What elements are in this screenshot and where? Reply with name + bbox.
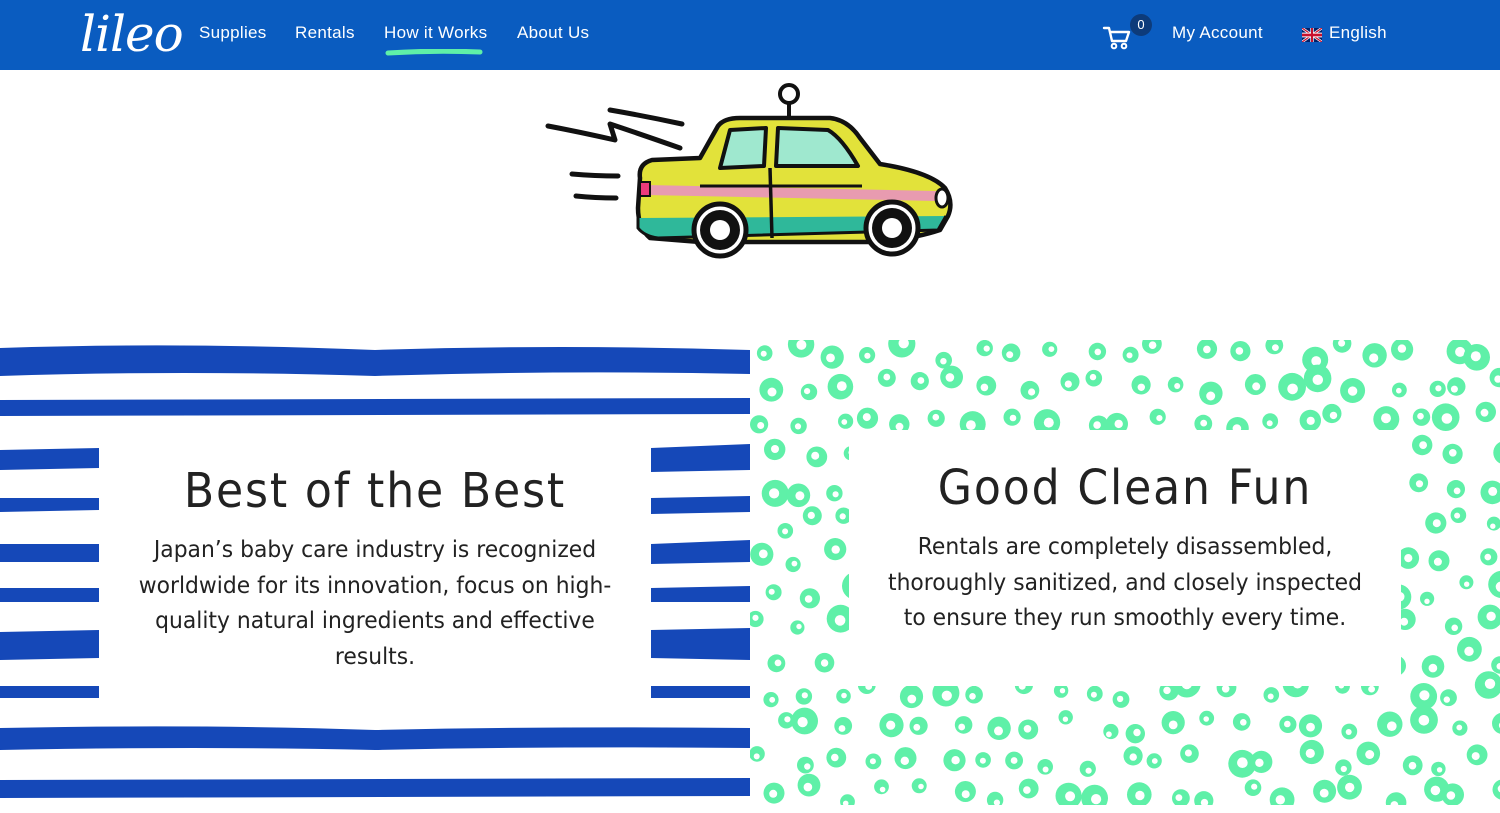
feature-card: Best of the Best Japan’s baby care indus…	[99, 433, 651, 725]
cart-count-badge: 0	[1130, 14, 1152, 36]
nav-link-about-us[interactable]: About Us	[517, 22, 589, 44]
nav-link-rentals[interactable]: Rentals	[295, 22, 355, 44]
lileo-logo[interactable]: lileo	[80, 4, 184, 64]
active-nav-underline	[385, 49, 483, 56]
feature-title: Best of the Best	[183, 463, 567, 519]
feature-description: Rentals are completely disassembled, tho…	[888, 534, 1362, 631]
shopping-cart-icon[interactable]	[1102, 22, 1132, 52]
top-navigation-bar: lileo Supplies Rentals How it Works Abou…	[0, 0, 1500, 70]
nav-link-supplies[interactable]: Supplies	[199, 22, 267, 44]
uk-flag-icon	[1302, 28, 1322, 42]
nav-link-how-it-works[interactable]: How it Works	[384, 22, 488, 56]
language-selector[interactable]: English	[1329, 22, 1387, 44]
feature-card: Good Clean Fun Rentals are completely di…	[849, 430, 1401, 686]
feature-panel-good-clean-fun: Good Clean Fun Rentals are completely di…	[750, 340, 1500, 805]
feature-title: Good Clean Fun	[937, 460, 1313, 516]
feature-description: Japan’s baby care industry is recognized…	[138, 537, 612, 670]
taxi-car-illustration	[545, 83, 953, 259]
nav-link-how-it-works-label: How it Works	[384, 23, 488, 42]
page-bottom-edge	[0, 805, 1500, 813]
my-account-link[interactable]: My Account	[1172, 22, 1263, 44]
feature-panel-best-of-the-best: Best of the Best Japan’s baby care indus…	[0, 340, 750, 805]
